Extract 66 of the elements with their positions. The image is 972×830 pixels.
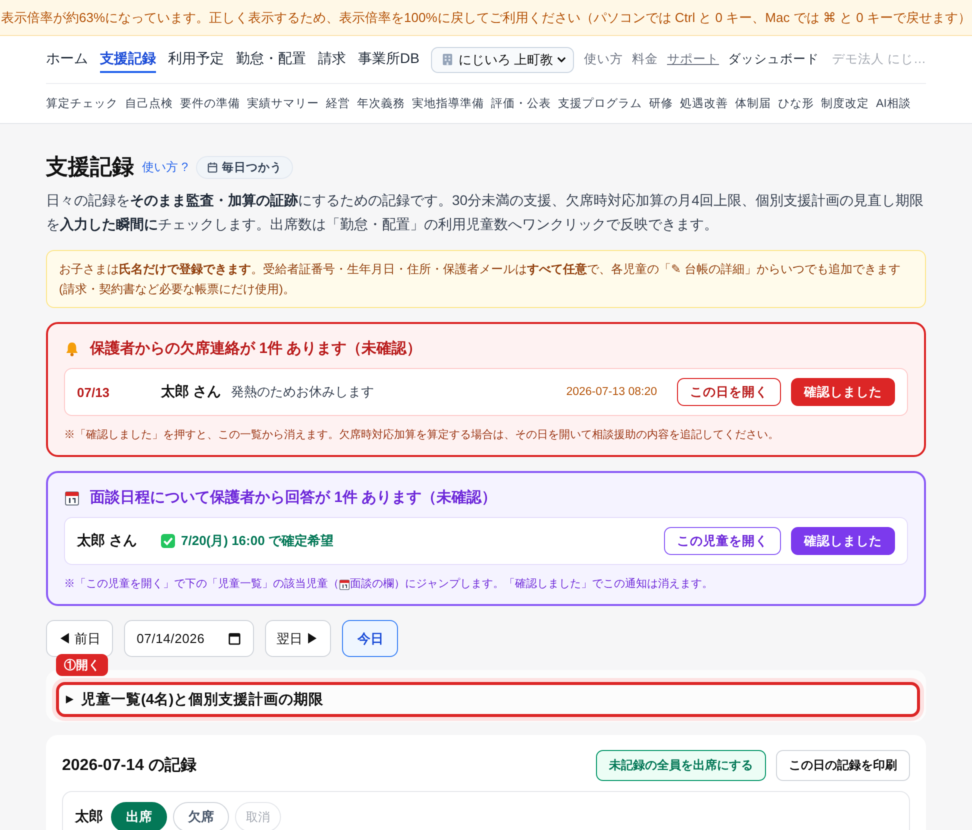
previous-day-button[interactable]: ◀ 前日 [46, 620, 113, 657]
sub-nav-link[interactable]: 経営 [326, 96, 350, 111]
alert-action-button[interactable]: 確認しました [791, 527, 895, 555]
sub-nav-link[interactable]: 実績サマリー [247, 96, 319, 111]
alert-action-button[interactable]: この児童を開く [664, 527, 781, 555]
nav-tab[interactable]: 利用予定 [168, 46, 224, 72]
sub-nav-link[interactable]: 制度改定 [821, 96, 869, 111]
sub-nav-link[interactable]: 年次義務 [357, 96, 405, 111]
alert-action-button[interactable]: 確認しました [791, 378, 895, 406]
alert-title: 面談日程について保護者から回答が 1件 あります（未確認） [90, 488, 497, 507]
sub-nav-link[interactable]: 算定チェック [46, 96, 118, 111]
records-action-button[interactable]: 未記録の全員を出席にする [596, 750, 766, 781]
header-link[interactable]: ダッシュボード [728, 51, 820, 68]
sub-nav-link[interactable]: 体制届 [735, 96, 771, 111]
absence-date: 07/13 [77, 384, 111, 400]
alert-note: ※「確認しました」を押すと、この一覧から消えます。欠席時対応加算を算定する場合は、その日を開いて相談援助の内容を追記してください。 [64, 428, 779, 443]
nav-tab[interactable]: 事業所DB [358, 46, 420, 72]
coach-tag: ①開く [56, 654, 108, 676]
date-field[interactable]: 07/14/2026 [124, 620, 254, 657]
records-action-button[interactable]: この日の記録を印刷 [776, 750, 910, 781]
nav-tab[interactable]: 請求 [318, 46, 346, 72]
calendar-icon [64, 490, 80, 506]
facility-select[interactable]: にじいろ 上町教 [431, 46, 574, 72]
child-name: 太郎 さん [161, 383, 221, 401]
schedule-response: 7/20(月) 16:00 で確定希望 [181, 532, 334, 550]
child-name: 太郎 [75, 808, 103, 826]
today-button[interactable]: 今日 [342, 620, 398, 657]
header-link[interactable]: 使い方 [584, 51, 624, 68]
records-title: 2026-07-14 の記録 [62, 756, 196, 776]
sub-nav-link[interactable]: 要件の準備 [180, 96, 240, 111]
alert-note: 面談の欄）にジャンプします。「確認しました」でこの通知は消えます。 [350, 576, 713, 592]
bell-icon [64, 340, 80, 356]
sub-nav-link[interactable]: 実地指導準備 [412, 96, 484, 111]
building-icon [441, 53, 454, 66]
next-day-button[interactable]: 翌日 ▶ [264, 620, 332, 657]
attendance-status-button[interactable]: 欠席 [173, 802, 229, 830]
daily-use-badge: 毎日つかう [196, 156, 294, 178]
check-icon [161, 534, 175, 548]
calendar-icon [228, 632, 241, 645]
alert-note: ※「この児童を開く」で下の「児童一覧」の該当児童（ [64, 576, 339, 592]
calendar-icon [339, 578, 350, 590]
header-link[interactable]: サポート [667, 51, 720, 68]
sub-nav-link[interactable]: AI相談 [876, 96, 911, 111]
header-link[interactable]: 料金 [632, 51, 658, 68]
alert-title: 保護者からの欠席連絡が 1件 あります（未確認） [90, 339, 422, 358]
child-name: 太郎 さん [77, 532, 138, 550]
help-link[interactable]: 使い方 ? [142, 158, 188, 176]
dropdown-caret-icon [557, 55, 566, 64]
sub-nav-link[interactable]: 処遇改善 [680, 96, 728, 111]
zoom-warning-banner: 表示倍率が約63%になっています。正しく表示するため、表示倍率を100%に戻してご利用ください（パソコンでは Ctrl と 0 キー、Mac では ⌘ と 0 キーで戻せます） [0, 0, 972, 36]
alert-action-button[interactable]: この日を開く [677, 378, 781, 406]
page-description: 日々の記録をそのまま監査・加算の証跡にするための記録です。30分未満の支援、欠席時対応加算の月4回上限、個別支援計画の見直し期限を入力した瞬間にチェックします。出席数は「勤怠・配置」の利用児童数へワンクリックで反映できます。 [46, 191, 924, 234]
sub-nav-link[interactable]: 自己点検 [125, 96, 173, 111]
nav-tab[interactable]: ホーム [46, 46, 88, 72]
info-notice: お子さまは氏名だけで登録できます。受給者証番号・生年月日・住所・保護者メールはすべて任意で、各児童の「✎ 台帳の詳細」からいつでも追加できます(請求・契約書など必要な帳票にだけ使用)。 [46, 250, 926, 308]
timestamp: 2026-07-13 08:20 [566, 386, 657, 398]
sub-nav-link[interactable]: ひな形 [778, 96, 814, 111]
sub-nav-link[interactable]: 研修 [649, 96, 673, 111]
attendance-status-button[interactable]: 出席 [111, 802, 167, 830]
sub-nav-link[interactable]: 支援プログラム [558, 96, 642, 111]
absence-message: 発熱のためお休みします [230, 383, 374, 401]
page-title: 支援記録 [46, 153, 134, 181]
nav-tab[interactable]: 支援記録 [100, 46, 156, 72]
sub-nav-link[interactable]: 評価・公表 [491, 96, 551, 111]
nav-tab[interactable]: 勤怠・配置 [236, 46, 306, 72]
calendar-icon [207, 162, 218, 172]
